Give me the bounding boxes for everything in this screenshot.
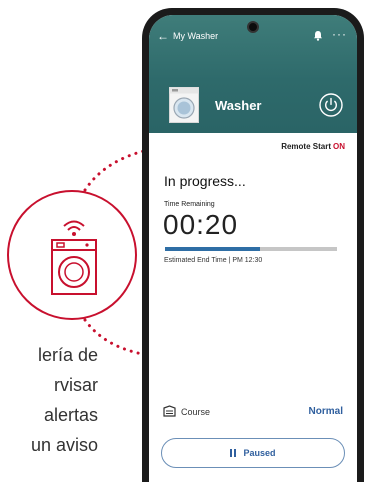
- more-icon[interactable]: ···: [332, 27, 347, 41]
- device-name: Washer: [215, 98, 262, 113]
- back-arrow-icon[interactable]: ←: [157, 29, 169, 43]
- phone-frame: ← My Washer ··· Washer Remote Start ON I…: [142, 8, 364, 482]
- remote-start-value: ON: [333, 142, 345, 151]
- progress-bar: [165, 247, 337, 251]
- time-remaining: 00:20: [163, 209, 239, 240]
- marketing-text: lería de rvisar alertas un aviso: [0, 340, 110, 460]
- course-row[interactable]: Course Normal: [163, 405, 343, 419]
- app-screen: ← My Washer ··· Washer Remote Start ON I…: [149, 15, 357, 482]
- estimated-end-time: Estimated End Time | PM 12:30: [164, 257, 263, 264]
- marketing-line: rvisar: [54, 375, 98, 395]
- remote-start-status: Remote Start ON: [281, 142, 345, 151]
- paused-button[interactable]: Paused: [161, 438, 345, 468]
- marketing-line: un aviso: [30, 435, 98, 455]
- pause-icon: [230, 449, 237, 457]
- washer-icon: [169, 87, 199, 123]
- paused-label: Paused: [243, 448, 276, 458]
- power-icon[interactable]: [319, 93, 343, 117]
- wifi-washer-icon: [51, 220, 97, 295]
- wifi-washer-badge: [7, 190, 137, 320]
- progress-fill: [165, 247, 260, 251]
- camera-notch: [247, 21, 259, 33]
- bell-icon[interactable]: [313, 30, 323, 41]
- cycle-status: In progress...: [164, 173, 246, 189]
- course-icon: [163, 405, 176, 417]
- course-value: Normal: [308, 406, 343, 417]
- device-header: ← My Washer ··· Washer: [149, 15, 357, 133]
- marketing-line: alertas: [43, 405, 98, 425]
- page-title: My Washer: [173, 31, 219, 41]
- remote-start-label: Remote Start: [281, 142, 331, 151]
- course-label: Course: [181, 407, 211, 417]
- time-remaining-label: Time Remaining: [164, 201, 215, 208]
- marketing-line: lería de: [37, 345, 98, 365]
